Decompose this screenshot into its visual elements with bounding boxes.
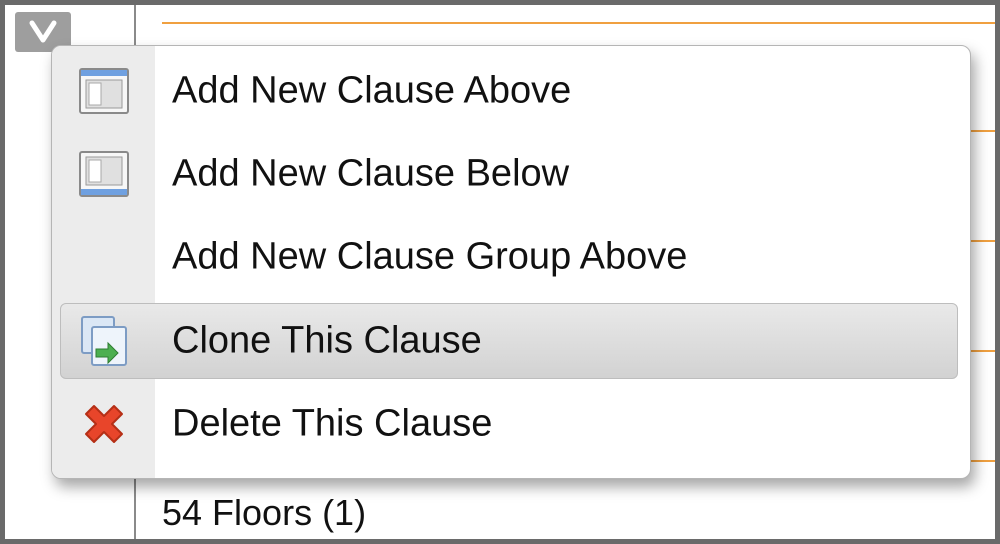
clause-above-icon: [76, 63, 132, 119]
menu-item-add-clause-group-above[interactable]: Add New Clause Group Above: [52, 217, 970, 297]
delete-x-icon: [76, 396, 132, 452]
row-text: 54 Floors (1): [162, 492, 367, 533]
menu-item-label: Add New Clause Group Above: [172, 235, 688, 278]
menu-item-clone-clause[interactable]: Clone This Clause: [52, 301, 970, 381]
menu-item-delete-clause[interactable]: Delete This Clause: [52, 384, 970, 464]
row-separator: [162, 22, 1000, 24]
menu-item-label: Delete This Clause: [172, 402, 493, 445]
clone-icon: [76, 313, 132, 369]
menu-item-add-clause-above[interactable]: Add New Clause Above: [52, 51, 970, 131]
menu-item-label: Clone This Clause: [172, 319, 482, 362]
clause-below-icon: [76, 146, 132, 202]
menu-item-label: Add New Clause Below: [172, 152, 570, 195]
menu-item-label: Add New Clause Above: [172, 69, 572, 112]
menu-item-add-clause-below[interactable]: Add New Clause Below: [52, 134, 970, 214]
chevron-down-icon: [29, 20, 57, 43]
context-menu: Add New Clause Above Add New Clause Belo…: [51, 45, 971, 479]
